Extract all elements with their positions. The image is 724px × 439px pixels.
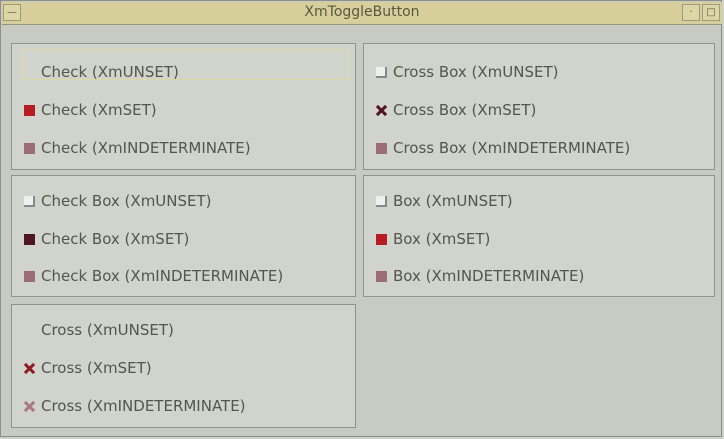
maximize-button[interactable]: □ — [702, 4, 720, 21]
toggle-label: Check (XmUNSET) — [41, 63, 179, 81]
checkbox-indicator-unset — [376, 66, 387, 78]
toggle-label: Cross Box (XmSET) — [393, 101, 537, 119]
toggle-check-box-set[interactable]: Check Box (XmSET) — [24, 227, 189, 251]
cross-indicator-set — [376, 105, 387, 116]
checkbox-indicator-set — [376, 233, 387, 245]
xm-toggle-button-window: — XmToggleButton · □ Check (XmUNSET) Che… — [0, 0, 722, 437]
toggle-label: Check Box (XmUNSET) — [41, 192, 212, 210]
checkbox-indicator-indeterminate — [24, 142, 35, 154]
toggle-label: Box (XmSET) — [393, 230, 491, 248]
toggle-cross-set[interactable]: Cross (XmSET) — [24, 356, 152, 380]
checkbox-indicator-unset — [24, 195, 35, 207]
cross-panel: Cross (XmUNSET) Cross (XmSET) Cross (XmI… — [11, 304, 356, 428]
toggle-label: Check Box (XmSET) — [41, 230, 190, 248]
toggle-cross-box-set[interactable]: Cross Box (XmSET) — [376, 98, 536, 122]
toggle-label: Cross (XmINDETERMINATE) — [41, 397, 246, 415]
toggle-check-indeterminate[interactable]: Check (XmINDETERMINATE) — [24, 136, 251, 160]
toggle-label: Cross (XmSET) — [41, 359, 152, 377]
toggle-label: Check Box (XmINDETERMINATE) — [41, 267, 284, 285]
checkbox-indicator-unset — [376, 195, 387, 207]
checkbox-indicator-indeterminate — [376, 142, 387, 154]
cross-indicator-indeterminate — [24, 401, 35, 412]
toggle-label: Check (XmINDETERMINATE) — [41, 139, 251, 157]
toggle-label: Cross Box (XmUNSET) — [393, 63, 559, 81]
toggle-check-set[interactable]: Check (XmSET) — [24, 98, 157, 122]
toggle-check-box-indeterminate[interactable]: Check Box (XmINDETERMINATE) — [24, 264, 283, 288]
toggle-cross-box-indeterminate[interactable]: Cross Box (XmINDETERMINATE) — [376, 136, 630, 160]
checkbox-indicator-set — [24, 233, 35, 245]
checkbox-indicator-indeterminate — [376, 270, 387, 282]
toggle-label: Cross Box (XmINDETERMINATE) — [393, 139, 631, 157]
toggle-box-unset[interactable]: Box (XmUNSET) — [376, 189, 513, 213]
toggle-label: Box (XmINDETERMINATE) — [393, 267, 585, 285]
toggle-cross-unset[interactable]: Cross (XmUNSET) — [24, 318, 174, 342]
toggle-cross-box-unset[interactable]: Cross Box (XmUNSET) — [376, 60, 559, 84]
toggle-cross-indeterminate[interactable]: Cross (XmINDETERMINATE) — [24, 394, 246, 418]
checkbox-indicator-set — [24, 104, 35, 116]
checkbox-indicator-indeterminate — [24, 270, 35, 282]
title-bar: — XmToggleButton · □ — [2, 2, 722, 25]
toggle-check-unset[interactable]: Check (XmUNSET) — [24, 60, 179, 84]
toggle-box-indeterminate[interactable]: Box (XmINDETERMINATE) — [376, 264, 584, 288]
cross-box-panel: Cross Box (XmUNSET) Cross Box (XmSET) Cr… — [363, 43, 715, 170]
box-panel: Box (XmUNSET) Box (XmSET) Box (XmINDETER… — [363, 175, 715, 297]
toggle-demo-body: Check (XmUNSET) Check (XmSET) Check (XmI… — [11, 43, 715, 428]
toggle-label: Check (XmSET) — [41, 101, 157, 119]
toggle-label: Cross (XmUNSET) — [41, 321, 174, 339]
window-title: XmToggleButton — [304, 4, 420, 20]
toggle-box-set[interactable]: Box (XmSET) — [376, 227, 490, 251]
cross-indicator-set — [24, 363, 35, 374]
toggle-check-box-unset[interactable]: Check Box (XmUNSET) — [24, 189, 212, 213]
check-box-panel: Check Box (XmUNSET) Check Box (XmSET) Ch… — [11, 175, 356, 297]
check-panel: Check (XmUNSET) Check (XmSET) Check (XmI… — [11, 43, 356, 170]
toggle-label: Box (XmUNSET) — [393, 192, 513, 210]
minimize-button[interactable]: · — [682, 4, 700, 21]
